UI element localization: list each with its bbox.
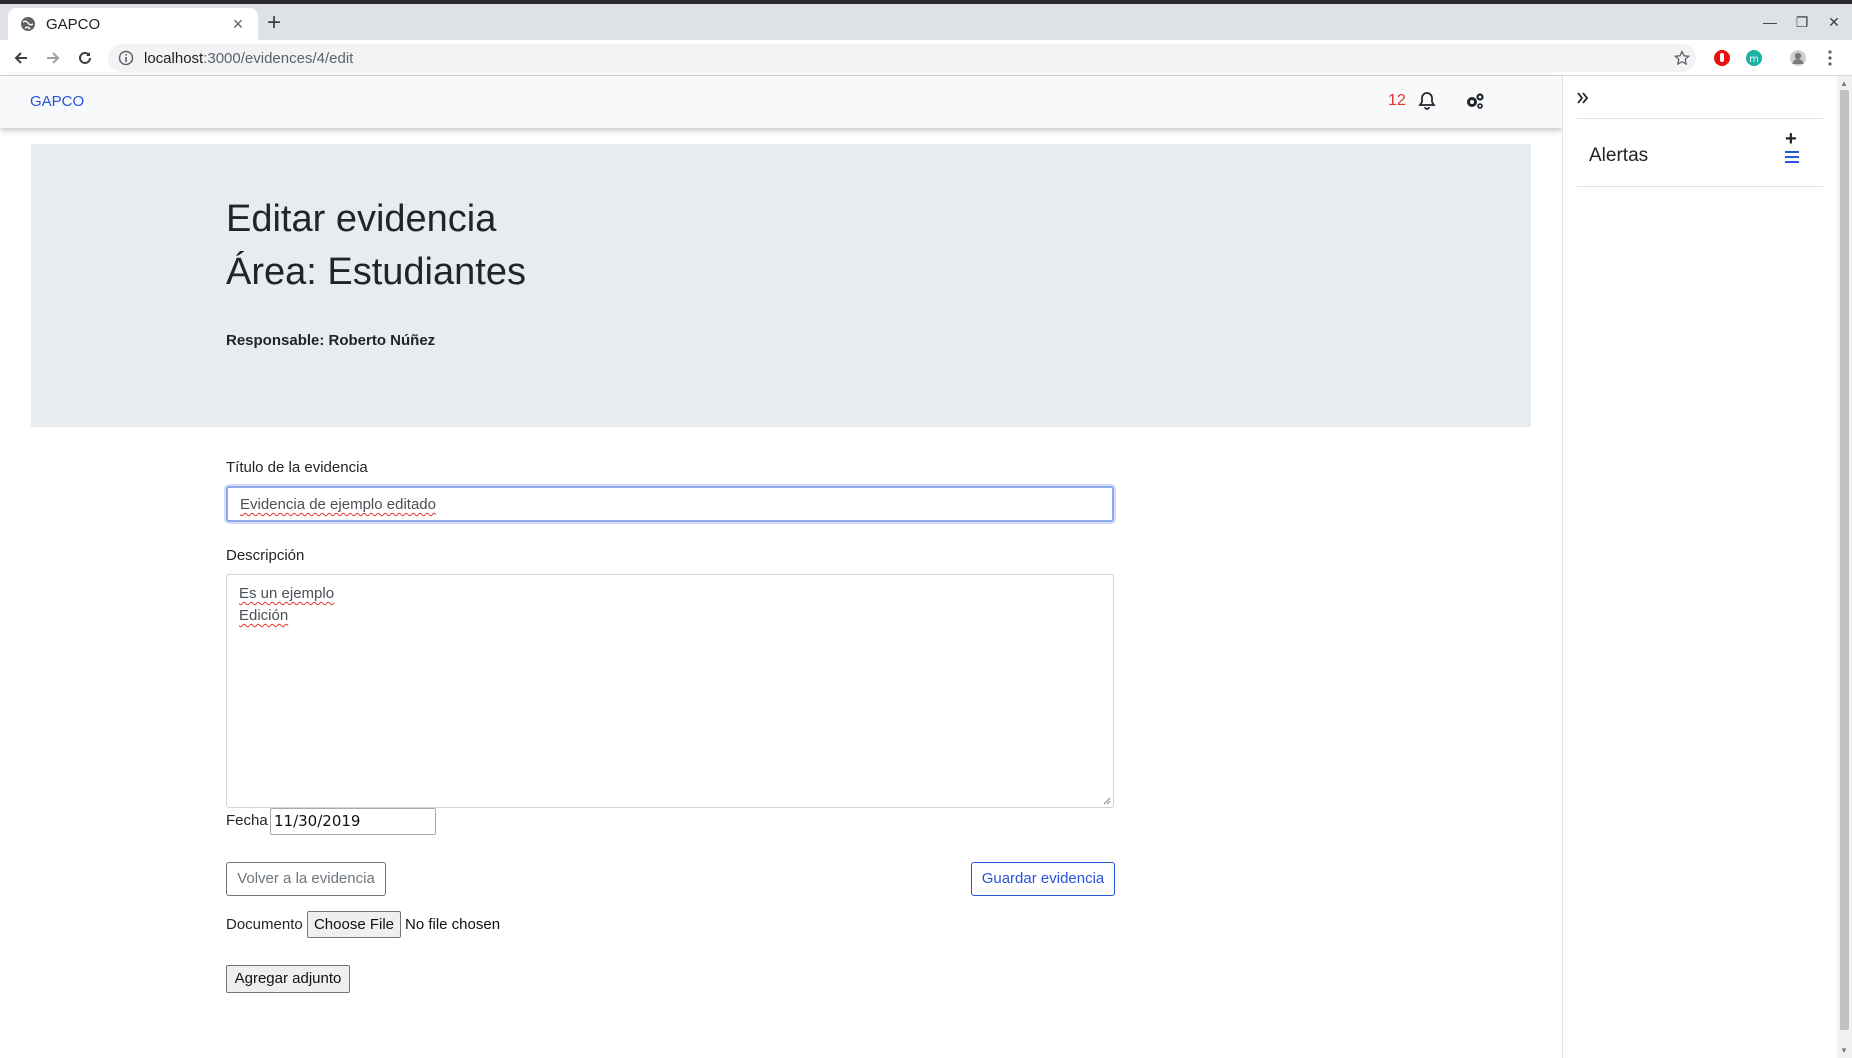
save-evidence-button[interactable]: Guardar evidencia [971, 862, 1115, 896]
add-alert-icon[interactable]: + [1785, 128, 1797, 151]
responsable-label: Responsable: Roberto Núñez [226, 332, 436, 349]
browser-tab[interactable]: GAPCO × [8, 8, 258, 40]
address-bar[interactable]: localhost:3000/evidences/4/edit [108, 44, 1696, 72]
page-header: Editar evidencia Área: Estudiantes Respo… [31, 144, 1531, 427]
area-title: Área: Estudiantes [226, 251, 526, 293]
browser-menu-icon[interactable] [1820, 48, 1840, 68]
bell-icon[interactable] [1418, 91, 1436, 111]
title-value: Evidencia de ejemplo editado [240, 496, 436, 513]
page-viewport: GAPCO 12 Editar evidencia Área: Estudian… [0, 76, 1852, 1058]
date-label: Fecha [226, 812, 268, 829]
date-input[interactable]: 11/30/2019 [270, 808, 436, 835]
info-icon[interactable] [118, 50, 134, 66]
tab-strip: GAPCO × + — ❐ ✕ [0, 4, 1852, 40]
title-label: Título de la evidencia [226, 459, 368, 476]
back-to-evidence-button[interactable]: Volver a la evidencia [226, 862, 386, 896]
sidebar-divider [1577, 186, 1823, 187]
add-attachment-button[interactable]: Agregar adjunto [226, 965, 350, 993]
tab-title: GAPCO [46, 15, 101, 33]
description-line-2: Edición [239, 607, 289, 624]
url-host: localhost [144, 49, 204, 67]
url-path: :3000/evidences/4/edit [203, 49, 354, 67]
restore-icon[interactable]: ❐ [1792, 14, 1812, 31]
extension-m-icon[interactable]: m [1744, 48, 1764, 68]
app-navbar: GAPCO 12 [0, 76, 1562, 128]
title-input[interactable]: Evidencia de ejemplo editado [226, 486, 1114, 522]
globe-icon [21, 17, 35, 31]
extension-stop-icon[interactable] [1712, 48, 1732, 68]
file-status: No file chosen [405, 916, 501, 933]
alerts-title: Alertas [1589, 145, 1649, 166]
profile-avatar-icon[interactable] [1788, 48, 1808, 68]
new-tab-icon[interactable]: + [262, 11, 286, 36]
scroll-down-icon[interactable]: ▼ [1840, 1046, 1848, 1055]
reload-icon[interactable] [73, 46, 97, 70]
back-arrow-icon[interactable] [9, 46, 33, 70]
close-tab-icon[interactable]: × [230, 14, 246, 35]
forward-arrow-icon[interactable] [41, 46, 65, 70]
page-scrollbar[interactable]: ▲ ▼ [1837, 76, 1852, 1058]
sidebar-divider [1577, 118, 1823, 119]
scroll-thumb[interactable] [1840, 90, 1849, 1030]
resize-grip-icon[interactable] [1103, 797, 1111, 805]
window-close-icon[interactable]: ✕ [1824, 14, 1844, 31]
choose-file-button[interactable]: Choose File [307, 911, 401, 938]
description-line-1: Es un ejemplo [239, 585, 335, 602]
browser-toolbar: localhost:3000/evidences/4/edit m [0, 40, 1852, 76]
notification-count[interactable]: 12 [1388, 92, 1406, 110]
description-textarea[interactable]: Es un ejemplo Edición [226, 574, 1114, 808]
gears-icon[interactable] [1464, 91, 1486, 111]
bookmark-star-icon[interactable] [1672, 48, 1692, 68]
list-icon[interactable] [1785, 151, 1799, 163]
collapse-sidebar-icon[interactable] [1577, 92, 1589, 104]
alerts-sidebar: Alertas + [1562, 76, 1837, 1058]
document-label: Documento [226, 916, 303, 933]
scroll-up-icon[interactable]: ▲ [1840, 79, 1848, 88]
page-title: Editar evidencia [226, 198, 497, 240]
description-label: Descripción [226, 547, 305, 564]
minimize-icon[interactable]: — [1760, 14, 1780, 30]
svg-text:m: m [1749, 54, 1759, 65]
brand-link[interactable]: GAPCO [30, 93, 84, 110]
